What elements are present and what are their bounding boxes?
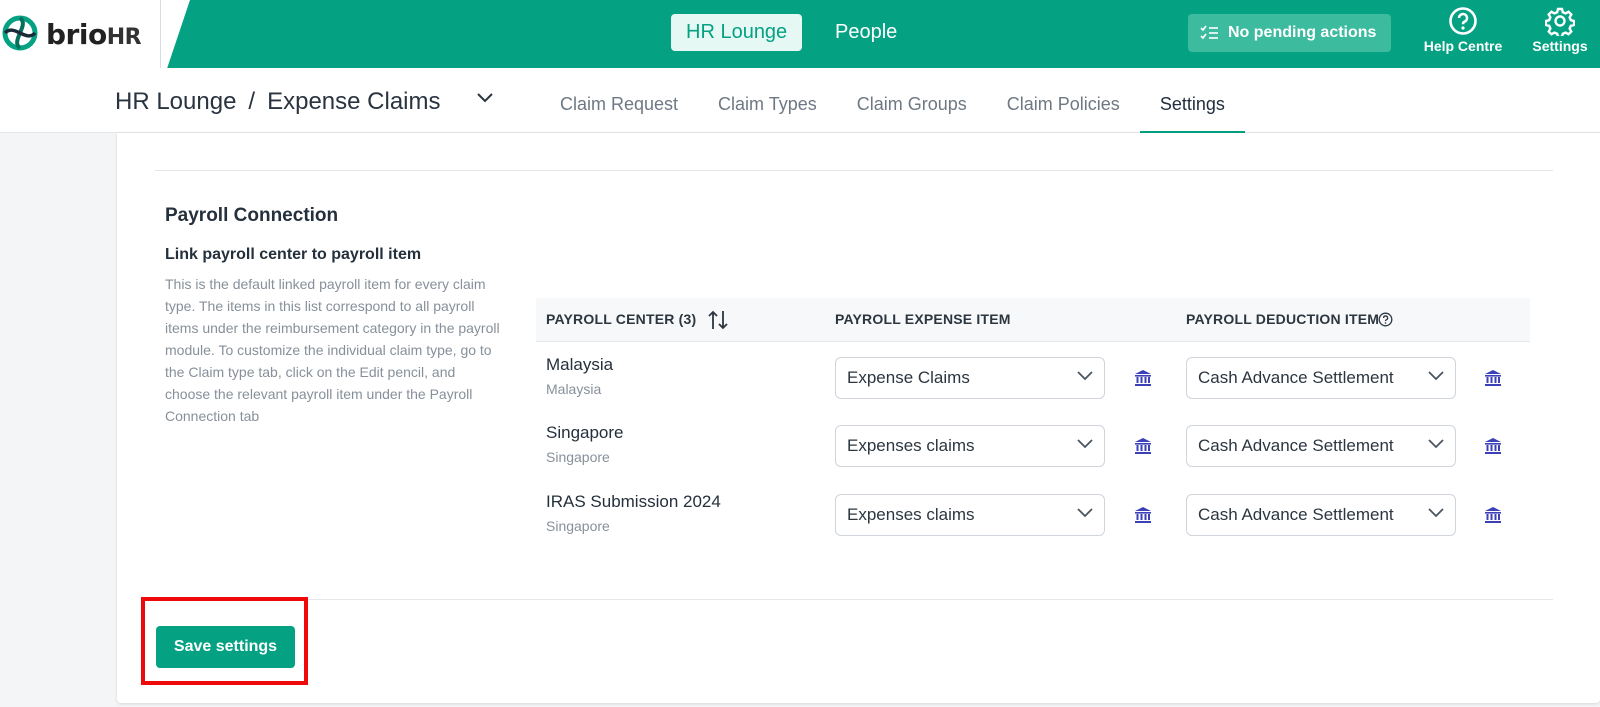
section-title: Payroll Connection <box>165 205 339 226</box>
bank-icon[interactable] <box>1134 437 1152 455</box>
nav-hr-lounge[interactable]: HR Lounge <box>671 14 803 51</box>
section-description: This is the default linked payroll item … <box>165 276 500 424</box>
chevron-down-icon <box>1077 371 1093 381</box>
save-settings-button[interactable]: Save settings <box>156 626 295 668</box>
tab-claim-request[interactable]: Claim Request <box>540 68 698 133</box>
deduction-item-select[interactable]: Cash Advance Settlement <box>1186 425 1456 467</box>
chevron-down-icon <box>1077 439 1093 449</box>
chevron-down-icon <box>1428 439 1444 449</box>
deduction-item-select[interactable]: Cash Advance Settlement <box>1186 357 1456 399</box>
bank-icon[interactable] <box>1484 437 1502 455</box>
bank-icon[interactable] <box>1484 369 1502 387</box>
header-deduction-item: PAYROLL DEDUCTION ITEM <box>1186 311 1380 327</box>
settings-card: Payroll Connection Link payroll center t… <box>117 133 1600 703</box>
tab-claim-groups[interactable]: Claim Groups <box>837 68 987 133</box>
checklist-icon <box>1200 25 1218 40</box>
table-row: Singapore Singapore Expenses claims Cash… <box>536 411 1530 480</box>
payroll-center-country: Malaysia <box>546 381 602 397</box>
deduction-item-select[interactable]: Cash Advance Settlement <box>1186 494 1456 536</box>
tab-bar: Claim Request Claim Types Claim Groups C… <box>540 68 1245 133</box>
page-header: HR Lounge / Expense Claims Claim Request C… <box>0 68 1600 133</box>
expense-item-select[interactable]: Expenses claims <box>835 494 1105 536</box>
chevron-down-icon <box>1428 371 1444 381</box>
breadcrumb: HR Lounge / Expense Claims <box>115 88 441 116</box>
table-row: Malaysia Malaysia Expense Claims Cash Ad… <box>536 342 1530 411</box>
tab-claim-types[interactable]: Claim Types <box>698 68 837 133</box>
payroll-center-name: IRAS Submission 2024 <box>546 492 721 511</box>
bank-icon[interactable] <box>1134 506 1152 524</box>
payroll-center-country: Singapore <box>546 518 610 534</box>
deduction-item-value: Cash Advance Settlement <box>1198 436 1394 455</box>
payroll-center-name: Singapore <box>546 423 624 442</box>
logo-divider <box>160 0 161 68</box>
breadcrumb-current: Expense Claims <box>267 88 441 115</box>
help-centre-label: Help Centre <box>1423 38 1503 54</box>
chevron-down-icon <box>1428 508 1444 518</box>
bank-icon[interactable] <box>1134 369 1152 387</box>
nav-people[interactable]: People <box>820 14 912 51</box>
header-payroll-center[interactable]: PAYROLL CENTER (3) <box>546 311 696 327</box>
brand-suffix: HR <box>106 25 142 50</box>
table-header: PAYROLL CENTER (3) PAYROLL EXPENSE ITEM … <box>536 298 1530 342</box>
payroll-center-country: Singapore <box>546 449 610 465</box>
help-circle-icon[interactable] <box>1378 312 1393 327</box>
header-expense-item: PAYROLL EXPENSE ITEM <box>835 311 1011 327</box>
expense-item-select[interactable]: Expenses claims <box>835 425 1105 467</box>
top-navigation-bar: brioHR HR Lounge People No pending actio… <box>0 0 1600 68</box>
pending-actions-button[interactable]: No pending actions <box>1188 14 1391 52</box>
table-row: IRAS Submission 2024 Singapore Expenses … <box>536 480 1530 549</box>
payroll-center-name: Malaysia <box>546 355 614 374</box>
deduction-item-value: Cash Advance Settlement <box>1198 505 1394 524</box>
expense-item-value: Expense Claims <box>847 368 970 387</box>
expense-item-value: Expenses claims <box>847 505 975 524</box>
settings-button[interactable]: Settings <box>1523 6 1597 54</box>
tab-settings[interactable]: Settings <box>1139 68 1245 133</box>
chevron-down-icon[interactable] <box>476 92 494 104</box>
top-divider <box>155 170 1553 171</box>
brio-logo-icon[interactable] <box>2 15 38 51</box>
sort-icon[interactable] <box>707 309 729 331</box>
brand-name: brio <box>46 18 107 51</box>
breadcrumb-root[interactable]: HR Lounge <box>115 88 236 115</box>
breadcrumb-separator: / <box>248 88 256 115</box>
tab-claim-policies[interactable]: Claim Policies <box>987 68 1140 133</box>
section-subtitle: Link payroll center to payroll item <box>165 246 422 263</box>
gear-icon <box>1545 7 1575 36</box>
question-circle-icon <box>1449 7 1477 35</box>
help-centre-button[interactable]: Help Centre <box>1418 6 1508 54</box>
settings-label: Settings <box>1532 38 1588 54</box>
pending-actions-label: No pending actions <box>1228 24 1377 41</box>
payroll-connection-table: PAYROLL CENTER (3) PAYROLL EXPENSE ITEM … <box>536 298 1530 549</box>
brand-logo-text[interactable]: brioHR <box>46 18 142 51</box>
expense-item-value: Expenses claims <box>847 436 975 455</box>
expense-item-select[interactable]: Expense Claims <box>835 357 1105 399</box>
bank-icon[interactable] <box>1484 506 1502 524</box>
chevron-down-icon <box>1077 508 1093 518</box>
bottom-divider <box>155 599 1553 600</box>
deduction-item-value: Cash Advance Settlement <box>1198 368 1394 387</box>
